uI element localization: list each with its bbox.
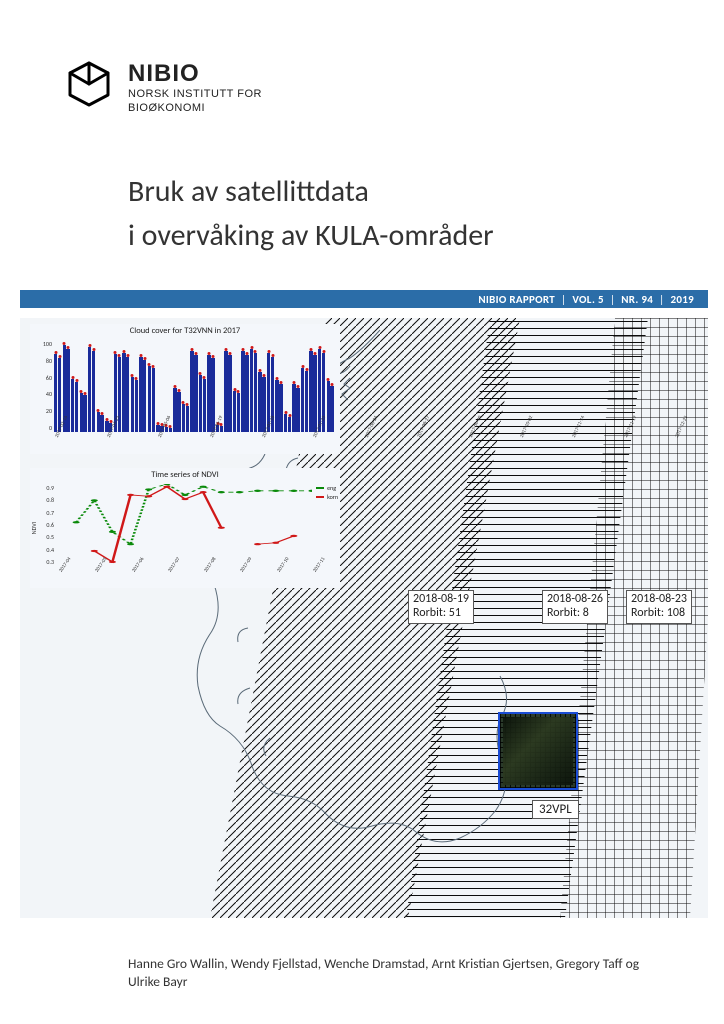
swath3-orbit: Rorbit: 108 <box>631 607 687 621</box>
satellite-thumbnail-icon <box>503 717 573 785</box>
chart2-title: Time series of NDVI <box>30 470 340 480</box>
swath-label-3: 2018-08-23 Rorbit: 108 <box>626 590 692 624</box>
ndvi-line-chart: Time series of NDVI NDVI 0.90.80.70.60.5… <box>30 468 340 588</box>
cloud-cover-bar-chart: Cloud cover for T32VNN in 2017 100806040… <box>30 324 340 454</box>
swath3-date: 2018-08-23 <box>631 593 687 607</box>
logo-subtitle-2: BIOØKONOMI <box>128 102 262 116</box>
swath2-date: 2018-08-26 <box>547 593 603 607</box>
meta-vol: VOL. 5 <box>572 293 603 306</box>
report-meta-bar: NIBIO RAPPORT | VOL. 5 | NR. 94 | 2019 <box>20 290 708 308</box>
swath-label-1: 2018-08-19 Rorbit: 51 <box>408 590 474 624</box>
chart1-title: Cloud cover for T32VNN in 2017 <box>30 326 340 336</box>
report-title: Bruk av satellittdata i overvåking av KU… <box>128 170 494 257</box>
nibio-logo-mark-icon <box>64 60 114 110</box>
selected-tile-box <box>498 712 578 790</box>
title-line-1: Bruk av satellittdata <box>128 170 494 214</box>
meta-year: 2019 <box>670 293 694 306</box>
cover-figure: Cloud cover for T32VNN in 2017 100806040… <box>20 318 708 918</box>
meta-series: NIBIO RAPPORT <box>478 293 555 306</box>
title-line-2: i overvåking av KULA-områder <box>128 214 494 258</box>
logo-name: NIBIO <box>128 60 262 88</box>
swath1-date: 2018-08-19 <box>413 593 469 607</box>
swath2-orbit: Rorbit: 8 <box>547 607 603 621</box>
nibio-logo: NIBIO NORSK INSTITUTT FOR BIOØKONOMI <box>64 60 262 116</box>
swath-label-2: 2018-08-26 Rorbit: 8 <box>542 590 608 624</box>
logo-subtitle-1: NORSK INSTITUTT FOR <box>128 88 262 102</box>
meta-nr: NR. 94 <box>621 293 653 306</box>
tile-label: 32VPL <box>532 800 579 819</box>
swath1-orbit: Rorbit: 51 <box>413 607 469 621</box>
authors: Hanne Gro Wallin, Wendy Fjellstad, Wench… <box>128 955 668 991</box>
